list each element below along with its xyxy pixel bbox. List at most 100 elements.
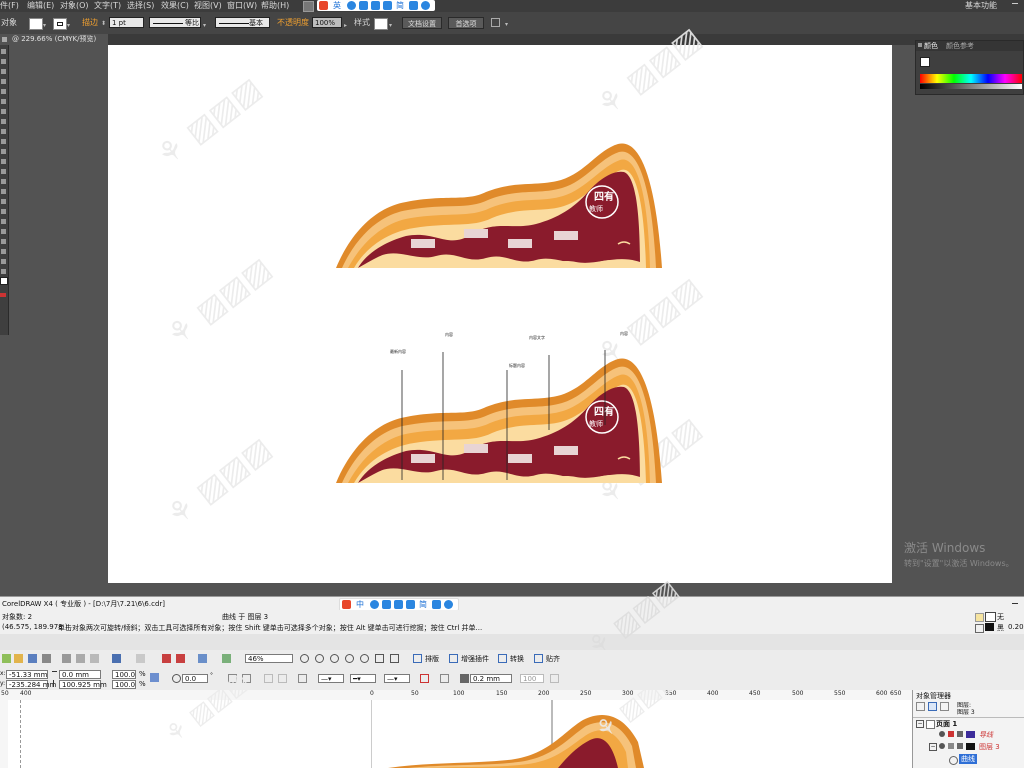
panel-grip-icon[interactable] (918, 43, 922, 47)
tab-color[interactable]: 颜色 (924, 41, 938, 51)
sogou-lang[interactable]: 英 (333, 0, 341, 11)
chevron-down-icon[interactable]: ▾ (43, 22, 46, 29)
workspace-switcher[interactable]: 基本功能 (965, 0, 997, 12)
chevron-down-icon[interactable]: ▾ (67, 22, 70, 29)
document-tab[interactable]: @ 229.66% (CMYK/预览) (0, 34, 108, 45)
zoom-all-icon[interactable] (345, 654, 354, 663)
zoom-selected-icon[interactable] (330, 654, 339, 663)
scale-x-input[interactable]: 100.0 (112, 670, 136, 679)
undo-icon[interactable] (112, 654, 121, 663)
moon-icon[interactable] (370, 600, 379, 609)
sogou-simplified[interactable]: 简 (396, 0, 404, 11)
scale-tool-icon[interactable] (1, 159, 6, 164)
layer-manager-view-icon[interactable] (940, 702, 949, 711)
type-tool-icon[interactable] (1, 89, 6, 94)
start-arrow-select[interactable]: —▾ (318, 674, 344, 683)
rotation-angle-input[interactable]: 0.0 (182, 674, 208, 683)
end-arrow-select[interactable]: —▾ (384, 674, 410, 683)
blend-tool-icon[interactable] (1, 229, 6, 234)
minimize-icon[interactable] (1012, 603, 1018, 604)
x-position-input[interactable]: -51.33 mm (6, 670, 48, 679)
menu-object[interactable]: 对象(O) (60, 0, 89, 12)
redo-icon[interactable] (136, 654, 145, 663)
keyboard-icon[interactable] (383, 1, 392, 10)
printer-icon[interactable] (948, 731, 954, 737)
free-transform-tool-icon[interactable] (1, 179, 6, 184)
moon-icon[interactable] (347, 1, 356, 10)
pencil-icon[interactable] (957, 743, 963, 749)
fill-swatch[interactable] (29, 18, 43, 30)
culture-wall-design-top[interactable]: 四有 教师 (336, 142, 664, 268)
layer3-node[interactable]: 图层 3 (979, 742, 1000, 752)
zoom-page-icon[interactable] (360, 654, 369, 663)
snap-icon[interactable] (534, 654, 543, 663)
guides-layer-node[interactable]: 导线 (979, 730, 993, 740)
new-document-icon[interactable] (2, 654, 11, 663)
welcome-screen-icon[interactable] (222, 654, 231, 663)
stroke-label[interactable]: 描边 (82, 12, 98, 34)
none-color-icon[interactable] (0, 293, 6, 297)
application-launcher-icon[interactable] (198, 654, 207, 663)
mic-icon[interactable] (394, 600, 403, 609)
artboard[interactable]: ⚘ ▨▨▨ ⚘ ▨▨▨ ⚘ ▨▨▨ ⚘ ▨▨▨ ⚘ ▨▨▨ ⚘ ▨▨▨ 四有 教… (108, 21, 892, 583)
convert-icon[interactable] (498, 654, 507, 663)
variable-width-profile[interactable]: 等比 (149, 17, 201, 28)
settings-icon[interactable] (444, 600, 453, 609)
menu-help[interactable]: 帮助(H) (261, 0, 289, 12)
zoom-out-icon[interactable] (315, 654, 324, 663)
chevron-down-icon[interactable]: ▾ (389, 22, 392, 29)
chevron-down-icon[interactable]: ▾ (505, 21, 508, 28)
rectangle-tool-icon[interactable] (1, 109, 6, 114)
shape-builder-tool-icon[interactable] (1, 189, 6, 194)
menu-view[interactable]: 视图(V) (194, 0, 222, 12)
magic-wand-tool-icon[interactable] (1, 69, 6, 74)
outline-swatch[interactable] (985, 623, 994, 631)
eraser-tool-icon[interactable] (1, 139, 6, 144)
sogou-lang[interactable]: 中 (356, 599, 364, 610)
gradient-tool-icon[interactable] (1, 209, 6, 214)
copy-icon[interactable] (76, 654, 85, 663)
pen-tool-icon[interactable] (1, 79, 6, 84)
printer-icon[interactable] (948, 743, 954, 749)
plugin-button[interactable]: 增强插件 (461, 654, 489, 664)
skin-icon[interactable] (432, 600, 441, 609)
text-wrap-icon[interactable] (420, 674, 429, 683)
rotate-tool-icon[interactable] (1, 149, 6, 154)
export-icon[interactable] (176, 654, 185, 663)
cut-icon[interactable] (62, 654, 71, 663)
menu-type[interactable]: 文字(T) (94, 0, 121, 12)
collapse-icon[interactable]: − (929, 743, 937, 751)
zoom-width-icon[interactable] (375, 654, 384, 663)
print-icon[interactable] (42, 654, 51, 663)
artboard-tool-icon[interactable] (1, 259, 6, 264)
plugin-icon[interactable] (449, 654, 458, 663)
scale-y-input[interactable]: 100.0 (112, 680, 136, 689)
open-icon[interactable] (14, 654, 23, 663)
width-input[interactable]: 0.0 mm (59, 670, 101, 679)
menu-file[interactable]: 件(F) (0, 0, 19, 12)
paste-icon[interactable] (90, 654, 99, 663)
menu-window[interactable]: 窗口(W) (227, 0, 257, 12)
lock-ratio-icon[interactable] (150, 673, 159, 682)
mesh-tool-icon[interactable] (1, 199, 6, 204)
minimize-icon[interactable] (1012, 3, 1018, 8)
sogou-logo-icon[interactable] (342, 600, 351, 609)
curve-object-node[interactable]: 曲线 (959, 754, 977, 764)
eye-icon[interactable] (939, 743, 945, 749)
selection-tool-icon[interactable] (1, 49, 6, 54)
import-icon[interactable] (162, 654, 171, 663)
save-icon[interactable] (28, 654, 37, 663)
collapse-icon[interactable]: − (916, 720, 924, 728)
coreldraw-canvas[interactable]: ⚘ ▨▨▨ ⚘ ▨▨▨ (8, 663, 912, 768)
punctuation-icon[interactable] (382, 600, 391, 609)
document-setup-button[interactable]: 文档设置 (402, 17, 442, 29)
warp-tool-icon[interactable] (1, 169, 6, 174)
skin-icon[interactable] (409, 1, 418, 10)
zoom-height-icon[interactable] (390, 654, 399, 663)
snap-button[interactable]: 贴齐 (546, 654, 560, 664)
keyboard-icon[interactable] (406, 600, 415, 609)
stepper-icon[interactable]: ⬍ (101, 20, 106, 27)
wrap-paragraph-icon[interactable] (440, 674, 449, 683)
grayscale-ramp[interactable] (920, 84, 1022, 89)
zoom-level-select[interactable]: 46% (245, 654, 293, 663)
